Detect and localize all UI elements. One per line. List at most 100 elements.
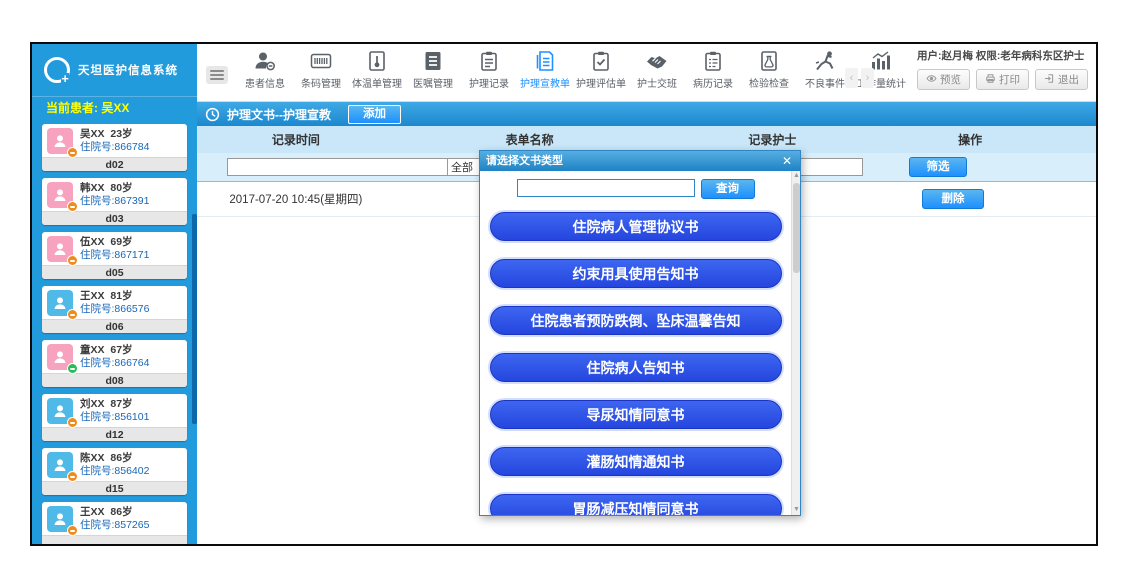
toolbar-item-label: 患者信息	[245, 75, 285, 90]
history-circle-icon	[205, 107, 220, 122]
status-badge	[67, 201, 78, 212]
toolbar-item-label: 护理评估单	[576, 75, 626, 90]
delete-button[interactable]: 删除	[922, 189, 984, 209]
status-badge	[67, 255, 78, 266]
toolbar-item-orders-doc[interactable]: 医嘱管理	[405, 49, 461, 90]
current-patient-label: 当前患者: 吴XX	[32, 96, 197, 118]
printer-icon	[985, 73, 996, 87]
patient-bed-no: d08	[42, 373, 187, 387]
preview-button[interactable]: 预览	[917, 69, 970, 90]
patient-avatar	[47, 506, 73, 532]
sidebar: 天坦医护信息系统 当前患者: 吴XX 吴XX 23岁 住院号:866784 d0…	[32, 44, 197, 544]
patient-bed-no: d15	[42, 481, 187, 495]
patient-bed-no: d02	[42, 157, 187, 171]
dialog-titlebar: 请选择文书类型 ✕	[480, 151, 800, 171]
menu-toggle-icon[interactable]	[206, 66, 228, 84]
patient-card[interactable]: 童XX 67岁 住院号:866764 d08	[42, 340, 187, 387]
print-button[interactable]: 打印	[976, 69, 1029, 90]
patient-card[interactable]: 王XX 86岁 住院号:857265	[42, 502, 187, 546]
patient-list: 吴XX 23岁 住院号:866784 d02 韩XX 80岁 住院号:86739…	[32, 124, 197, 544]
doc-type-button[interactable]: 约束用具使用告知书	[490, 259, 782, 288]
dialog-scrollbar[interactable]: ▲ ▼	[791, 171, 800, 515]
dialog-body: 查询 住院病人管理协议书约束用具使用告知书住院患者预防跌倒、坠床温馨告知住院病人…	[480, 171, 791, 515]
patient-card[interactable]: 王XX 81岁 住院号:866576 d06	[42, 286, 187, 333]
toolbar-item-handshake[interactable]: 护士交班	[629, 49, 685, 90]
toolbar-item-medical-record[interactable]: 病历记录	[685, 49, 741, 90]
doc-type-button[interactable]: 住院病人管理协议书	[490, 212, 782, 241]
patient-avatar	[47, 236, 73, 262]
doc-type-dialog: 请选择文书类型 ✕ 查询 住院病人管理协议书约束用具使用告知书住院患者预防跌倒、…	[479, 150, 801, 516]
user-buttons: 预览 打印 退出	[917, 69, 1088, 90]
pager-next-icon[interactable]: ›	[861, 68, 874, 88]
patient-avatar	[47, 452, 73, 478]
assessment-doc-icon	[589, 49, 613, 73]
patient-bed-no: d06	[42, 319, 187, 333]
top-toolbar: 患者信息 条码管理 体温单管理 医嘱管理 护理记录 护理宣教单 护理评估单 护士…	[197, 44, 1096, 102]
adverse-event-icon	[813, 49, 837, 73]
status-badge	[67, 147, 78, 158]
orders-doc-icon	[421, 49, 445, 73]
patient-card[interactable]: 吴XX 23岁 住院号:866784 d02	[42, 124, 187, 171]
sidebar-scrollbar[interactable]	[192, 214, 197, 424]
patient-bed-no: d03	[42, 211, 187, 225]
toolbar-item-label: 检验检查	[749, 75, 789, 90]
patient-card[interactable]: 韩XX 80岁 住院号:867391 d03	[42, 178, 187, 225]
scroll-down-icon[interactable]: ▼	[792, 505, 801, 515]
toolbar-item-label: 医嘱管理	[413, 75, 453, 90]
logo-icon	[44, 57, 70, 83]
logout-button[interactable]: 退出	[1035, 69, 1088, 90]
dialog-scrollbar-thumb[interactable]	[793, 183, 800, 273]
toolbar-item-assessment-doc[interactable]: 护理评估单	[573, 49, 629, 90]
patient-admission-no: 住院号:857265	[80, 519, 149, 532]
filter-button[interactable]: 筛选	[909, 157, 967, 177]
col-header-record-nurse: 记录护士	[664, 131, 880, 148]
toolbar-pager: ‹ ›	[845, 68, 874, 88]
toolbar-item-label: 不良事件	[805, 75, 845, 90]
toolbar-item-lab-test[interactable]: 检验检查	[741, 49, 797, 90]
close-icon[interactable]: ✕	[780, 151, 794, 171]
lab-test-icon	[757, 49, 781, 73]
query-button[interactable]: 查询	[701, 179, 755, 199]
patient-avatar	[47, 290, 73, 316]
table-header-row: 记录时间 表单名称 记录护士 操作	[197, 126, 1096, 153]
col-header-actions: 操作	[880, 131, 1060, 148]
patient-avatar	[47, 182, 73, 208]
toolbar-item-patient-info[interactable]: 患者信息	[237, 49, 293, 90]
add-button[interactable]: 添加	[348, 105, 401, 124]
patient-card[interactable]: 刘XX 87岁 住院号:856101 d12	[42, 394, 187, 441]
pager-prev-icon[interactable]: ‹	[845, 68, 858, 88]
toolbar-item-education-doc[interactable]: 护理宣教单	[517, 49, 573, 90]
patient-card[interactable]: 伍XX 69岁 住院号:867171 d05	[42, 232, 187, 279]
filter-time-input[interactable]	[227, 158, 452, 176]
status-badge	[67, 309, 78, 320]
filter-form-select-value: 全部	[451, 159, 473, 175]
patient-avatar	[47, 128, 73, 154]
doc-type-button[interactable]: 胃肠减压知情同意书	[490, 494, 782, 515]
doc-type-search-input[interactable]	[517, 179, 695, 197]
doc-type-button[interactable]: 住院患者预防跌倒、坠床温馨告知	[490, 306, 782, 335]
thermometer-doc-icon	[365, 49, 389, 73]
patient-card[interactable]: 陈XX 86岁 住院号:856402 d15	[42, 448, 187, 495]
page-title: 护理文书--护理宣教	[227, 106, 331, 123]
toolbar-item-barcode[interactable]: 条码管理	[293, 49, 349, 90]
patient-bed-no: d05	[42, 265, 187, 279]
section-tabbar: 护理文书--护理宣教 添加	[197, 102, 1096, 126]
user-info-text: 用户:赵月梅 权限:老年病科东区护士	[917, 48, 1088, 63]
doc-type-button[interactable]: 导尿知情同意书	[490, 400, 782, 429]
barcode-icon	[309, 49, 333, 73]
patient-admission-no: 住院号:856101	[80, 411, 149, 424]
doc-type-button[interactable]: 灌肠知情通知书	[490, 447, 782, 476]
user-button-label: 打印	[999, 72, 1020, 87]
patient-admission-no: 住院号:856402	[80, 465, 149, 478]
patient-name-age: 王XX 81岁	[80, 290, 149, 303]
scroll-up-icon[interactable]: ▲	[792, 171, 801, 181]
toolbar-item-nursing-record[interactable]: 护理记录	[461, 49, 517, 90]
toolbar-item-thermometer-doc[interactable]: 体温单管理	[349, 49, 405, 90]
dialog-search-row: 查询	[480, 179, 791, 199]
user-button-label: 预览	[940, 72, 961, 87]
patient-name-age: 陈XX 86岁	[80, 452, 149, 465]
doc-type-button[interactable]: 住院病人告知书	[490, 353, 782, 382]
dialog-title: 请选择文书类型	[486, 151, 563, 171]
patient-name-age: 王XX 86岁	[80, 506, 149, 519]
education-doc-icon	[533, 49, 557, 73]
